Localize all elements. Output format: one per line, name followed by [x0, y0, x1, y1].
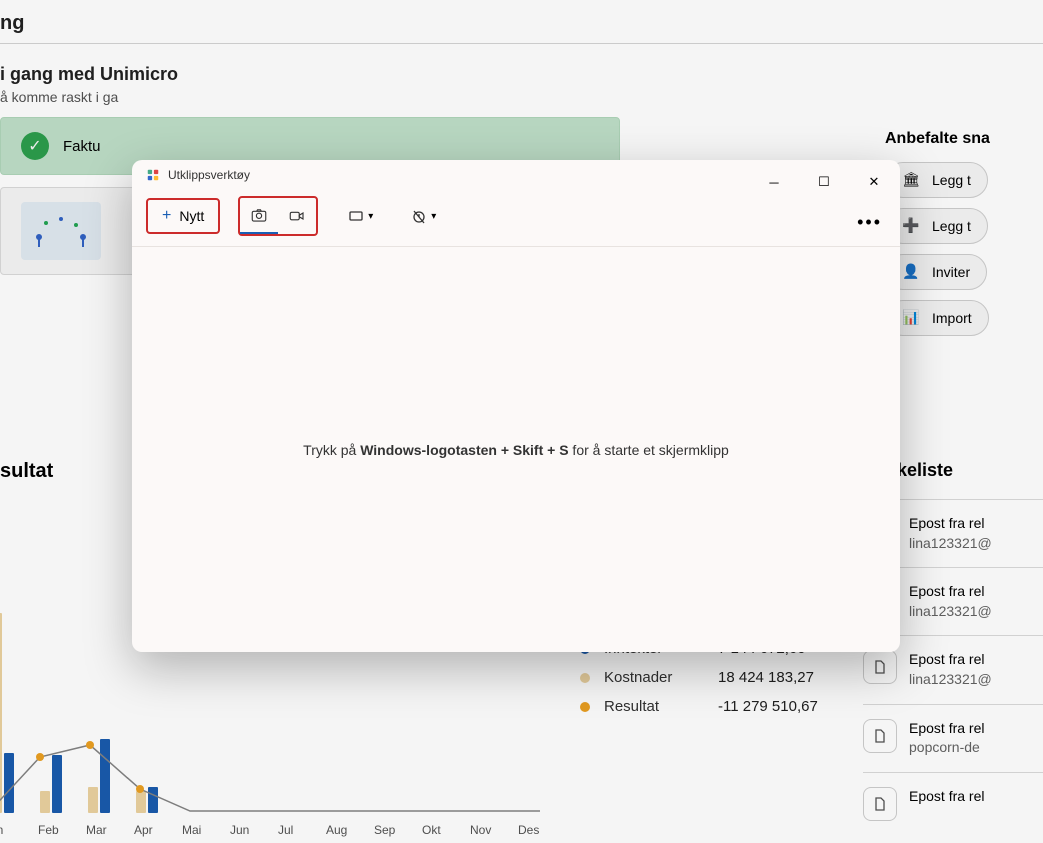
file-icon [863, 787, 897, 821]
snip-app-icon [146, 168, 160, 182]
minimize-button[interactable]: ─ [758, 168, 790, 196]
maximize-button[interactable]: ☐ [808, 168, 840, 196]
user-plus-icon: 👤 [902, 263, 920, 281]
snip-body: Trykk på Windows-logotasten + Skift + S … [132, 247, 900, 652]
add-button-2[interactable]: ➕ Legg t [885, 208, 988, 244]
bank-icon: 🏛 [902, 171, 920, 189]
rectangle-icon [348, 208, 364, 224]
new-snip-button[interactable]: + Nytt [146, 198, 220, 234]
reminder-item[interactable]: Epost fra rel [863, 772, 1043, 835]
snip-toolbar: + Nytt ▾ ▾ [132, 190, 900, 247]
camera-icon [250, 206, 268, 224]
import-button[interactable]: 📊 Import [885, 300, 989, 336]
onboarding-title: i gang med Unimicro [0, 64, 1043, 85]
timer-off-icon [411, 208, 427, 224]
chart-legend: Inntekter7 144 672,60 Kostnader18 424 18… [580, 640, 818, 727]
capture-mode-group [238, 196, 318, 236]
recommended-title: Anbefalte sna [885, 130, 1043, 148]
video-mode-button[interactable] [278, 198, 316, 234]
close-button[interactable]: ✕ [858, 168, 890, 196]
onboarding-done-label: Faktu [63, 138, 101, 155]
file-icon [863, 650, 897, 684]
plus-circle-icon: ➕ [902, 217, 920, 235]
snip-title-text: Utklippsverktøy [168, 168, 250, 182]
invite-button[interactable]: 👤 Inviter [885, 254, 987, 290]
add-button-1[interactable]: 🏛 Legg t [885, 162, 988, 198]
bg-header: ng [0, 0, 1043, 43]
snip-hint: Trykk på Windows-logotasten + Skift + S … [303, 442, 729, 458]
photo-mode-button[interactable] [240, 198, 278, 234]
shape-select-button[interactable]: ▾ [340, 198, 381, 234]
new-snip-label: Nytt [179, 208, 204, 224]
check-icon: ✓ [21, 132, 49, 160]
video-icon [288, 207, 306, 225]
dot-kostnader [580, 673, 590, 683]
bar-chart-icon: 📊 [902, 309, 920, 327]
dot-resultat [580, 702, 590, 712]
chart-x-axis: anFebMarAprMaiJunJulAugSepOktNovDes [0, 823, 620, 837]
reminder-item[interactable]: Epost fra relpopcorn-de [863, 704, 1043, 772]
window-controls: ─ ☐ ✕ [758, 168, 890, 196]
file-icon [863, 719, 897, 753]
recommended-panel: Anbefalte sna 🏛 Legg t ➕ Legg t 👤 Invite… [875, 130, 1043, 346]
plus-icon: + [162, 207, 171, 225]
onboarding-illustration [21, 202, 101, 260]
delay-button[interactable]: ▾ [403, 198, 444, 234]
chevron-down-icon: ▾ [368, 211, 373, 222]
snipping-tool-window: Utklippsverktøy ─ ☐ ✕ + Nytt ▾ ▾ [132, 160, 900, 652]
bg-header-text: ng [0, 12, 1043, 35]
more-options-button[interactable]: ••• [857, 212, 882, 233]
chevron-down-icon: ▾ [431, 211, 436, 222]
onboarding-sub: å komme raskt i ga [0, 89, 1043, 105]
